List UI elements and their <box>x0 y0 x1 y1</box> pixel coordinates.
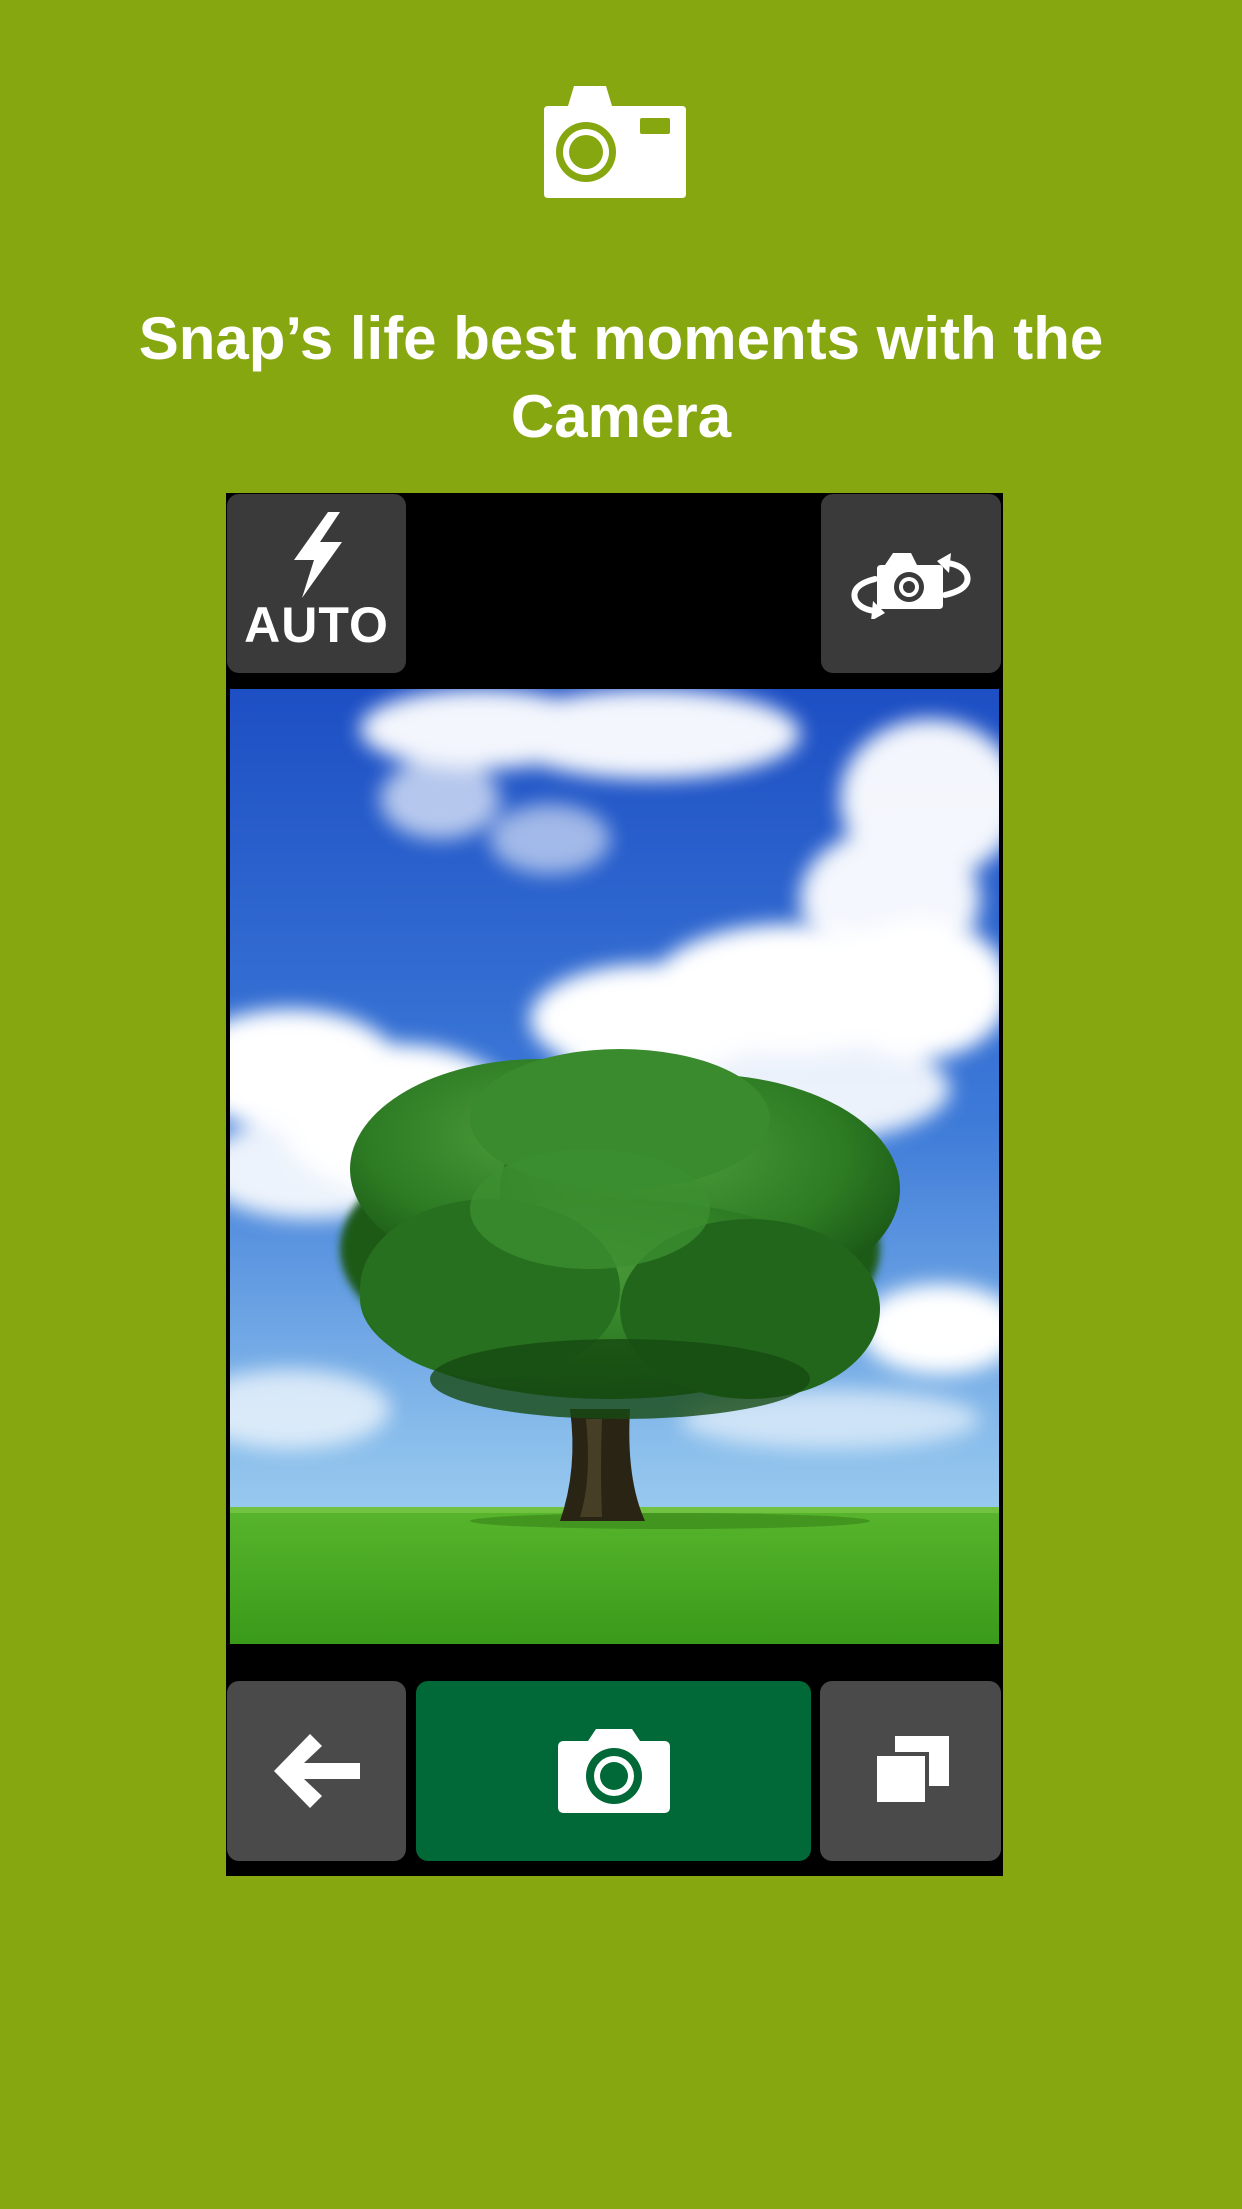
flash-mode-label: AUTO <box>244 597 389 653</box>
camera-switch-icon <box>851 552 971 619</box>
shutter-button[interactable] <box>416 1681 811 1861</box>
header-camera-icon <box>544 86 686 198</box>
switch-camera-button[interactable] <box>821 494 1001 673</box>
camera-icon <box>557 1729 670 1813</box>
lightning-bolt-icon <box>293 512 342 598</box>
camera-viewfinder[interactable] <box>230 689 999 1644</box>
back-button[interactable] <box>227 1681 406 1861</box>
gallery-button[interactable] <box>820 1681 1001 1861</box>
camera-mockup: AUTO <box>226 493 1003 1876</box>
tree-scene-image <box>230 689 999 1644</box>
stacked-squares-icon <box>872 1736 949 1806</box>
arrow-left-icon <box>273 1734 360 1808</box>
headline-text: Snap’s life best moments with the Camera <box>138 305 1104 450</box>
flash-mode-button[interactable]: AUTO <box>227 494 406 673</box>
